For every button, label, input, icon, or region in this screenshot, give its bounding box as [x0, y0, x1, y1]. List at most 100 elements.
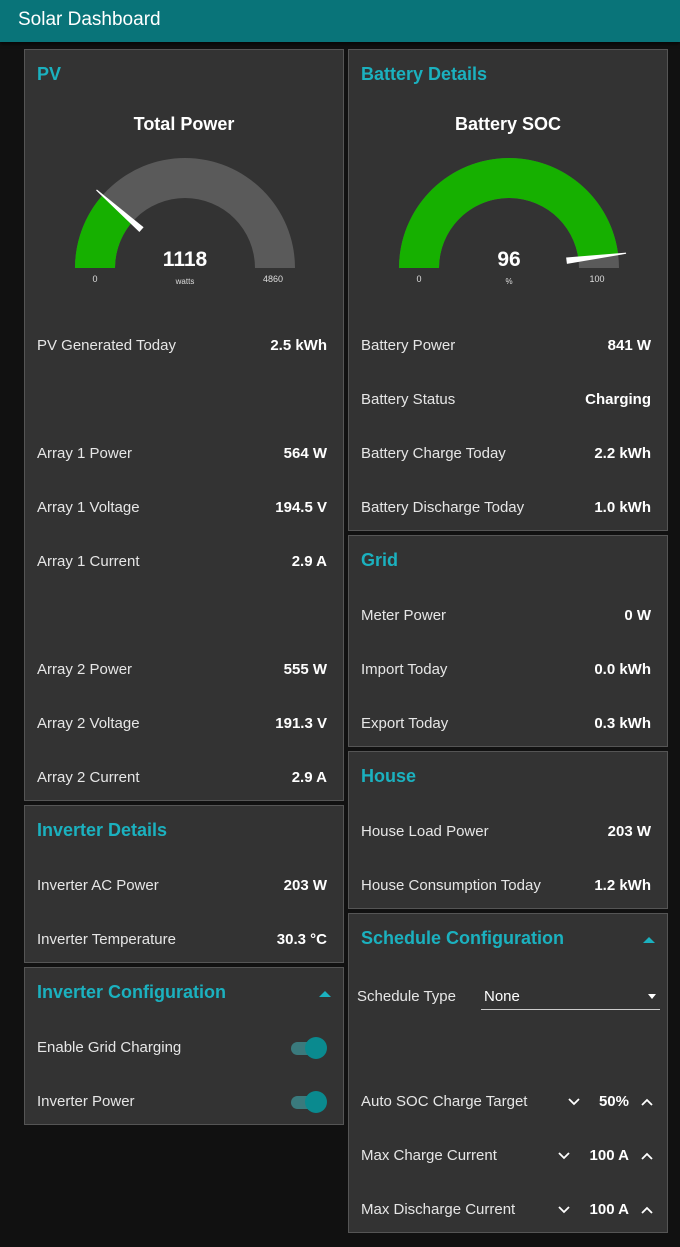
gauge-min: 0: [92, 274, 97, 284]
toggle-knob: [305, 1091, 327, 1113]
top-bar: Solar Dashboard: [0, 0, 680, 42]
chevron-down-icon[interactable]: [565, 1093, 583, 1111]
row-label: Array 2 Voltage: [37, 715, 140, 732]
row-label: House Consumption Today: [361, 877, 541, 894]
chevron-up-icon[interactable]: [638, 1093, 656, 1111]
schedule-title: Schedule Configuration: [361, 928, 565, 948]
row-label: Inverter AC Power: [37, 877, 159, 894]
gauge-max: 100: [589, 274, 604, 284]
gauge-max: 4860: [263, 274, 283, 284]
row-label: Auto SOC Charge Target: [361, 1093, 528, 1110]
row-label: Array 2 Power: [37, 661, 133, 678]
inverter-power-toggle[interactable]: [291, 1091, 327, 1113]
row-label: Array 1 Power: [37, 445, 133, 462]
battery-row: Battery Status Charging: [361, 391, 651, 415]
row-value: 0 W: [624, 607, 651, 624]
gauge-unit: %: [505, 277, 512, 286]
pv-row: PV Generated Today 2.5 kWh: [37, 337, 327, 361]
grid-charging-row: Enable Grid Charging: [37, 1039, 327, 1063]
battery-card: Battery Details Battery SOC 96 % 0 100 B…: [348, 49, 668, 531]
battery-soc-gauge-title: Battery SOC: [454, 114, 562, 134]
schedule-type-select[interactable]: None: [481, 986, 660, 1010]
row-value: 2.9 A: [291, 769, 327, 786]
row-value: 203 W: [283, 877, 327, 894]
pv-card: PV Total Power 1118 watts 0 4860 PV Gene…: [24, 49, 344, 801]
toggle-knob: [305, 1037, 327, 1059]
stepper-value: 100 A: [589, 1201, 629, 1218]
row-label: Inverter Power: [37, 1093, 135, 1110]
row-value: 191.3 V: [275, 715, 327, 732]
dropdown-arrow-icon: [648, 994, 656, 999]
pv-row: Array 1 Voltage 194.5 V: [37, 499, 327, 523]
battery-soc-gauge: 96 % 0 100: [399, 158, 627, 286]
total-power-gauge: 1118 watts 0 4860: [75, 158, 295, 286]
row-label: Array 2 Current: [37, 769, 140, 786]
grid-title: Grid: [361, 550, 399, 570]
gauge-unit: watts: [175, 277, 195, 286]
row-value: 0.0 kWh: [594, 661, 651, 678]
grid-row: Meter Power 0 W: [361, 607, 651, 631]
inverter-title: Inverter Details: [37, 820, 168, 840]
chevron-up-icon[interactable]: [638, 1201, 656, 1219]
row-label: House Load Power: [361, 823, 489, 840]
stepper-value: 100 A: [589, 1147, 629, 1164]
inverter-power-row: Inverter Power: [37, 1093, 327, 1117]
pv-row: Array 1 Power 564 W: [37, 445, 327, 469]
row-value: 555 W: [283, 661, 327, 678]
pv-row: Array 2 Current 2.9 A: [37, 769, 327, 793]
pv-row: Array 2 Voltage 191.3 V: [37, 715, 327, 739]
row-value: 841 W: [607, 337, 651, 354]
collapse-up-icon[interactable]: [319, 991, 331, 997]
row-value: 194.5 V: [275, 499, 327, 516]
chevron-down-icon[interactable]: [555, 1201, 573, 1219]
chevron-up-icon[interactable]: [638, 1147, 656, 1165]
inverter-row: Inverter AC Power 203 W: [37, 877, 327, 901]
row-value: 2.2 kWh: [594, 445, 651, 462]
house-card: House House Load Power 203 W House Consu…: [348, 751, 668, 909]
grid-row: Import Today 0.0 kWh: [361, 661, 651, 685]
row-value: 1.0 kWh: [594, 499, 651, 516]
row-value: 203 W: [607, 823, 651, 840]
schedule-type-value: None: [484, 988, 520, 1005]
row-label: Battery Power: [361, 337, 456, 354]
row-label: Meter Power: [361, 607, 447, 624]
house-title: House: [361, 766, 417, 786]
inverter-row: Inverter Temperature 30.3 °C: [37, 931, 327, 955]
app-title: Solar Dashboard: [18, 9, 161, 30]
stepper-value: 50%: [598, 1093, 629, 1110]
house-row: House Consumption Today 1.2 kWh: [361, 877, 651, 901]
row-label: Max Discharge Current: [361, 1201, 516, 1218]
row-label: Array 1 Current: [37, 553, 140, 570]
inverter-config-card: Inverter Configuration Enable Grid Charg…: [24, 967, 344, 1125]
row-label: Battery Charge Today: [361, 445, 506, 462]
pv-row: Array 1 Current 2.9 A: [37, 553, 327, 577]
row-label: Import Today: [361, 661, 448, 678]
grid-charging-toggle[interactable]: [291, 1037, 327, 1059]
row-label: PV Generated Today: [37, 337, 176, 354]
row-label: Enable Grid Charging: [37, 1039, 182, 1056]
row-value: 564 W: [283, 445, 327, 462]
row-label: Inverter Temperature: [37, 931, 176, 948]
row-label: Battery Status: [361, 391, 456, 408]
row-value: Charging: [585, 391, 651, 408]
grid-card: Grid Meter Power 0 W Import Today 0.0 kW…: [348, 535, 668, 747]
row-value: 2.9 A: [291, 553, 327, 570]
inverter-config-title: Inverter Configuration: [37, 982, 227, 1002]
battery-row: Battery Power 841 W: [361, 337, 651, 361]
gauge-value: 96: [497, 248, 520, 271]
house-row: House Load Power 203 W: [361, 823, 651, 847]
row-value: 2.5 kWh: [270, 337, 327, 354]
gauge-min: 0: [416, 274, 421, 284]
total-power-gauge-title: Total Power: [133, 114, 235, 134]
row-value: 1.2 kWh: [594, 877, 651, 894]
row-label: Export Today: [361, 715, 449, 732]
battery-title: Battery Details: [361, 64, 488, 84]
row-label: Array 1 Voltage: [37, 499, 140, 516]
gauge-value: 1118: [163, 248, 208, 271]
chevron-down-icon[interactable]: [555, 1147, 573, 1165]
row-value: 0.3 kWh: [594, 715, 651, 732]
grid-row: Export Today 0.3 kWh: [361, 715, 651, 739]
pv-row: Array 2 Power 555 W: [37, 661, 327, 685]
collapse-up-icon[interactable]: [643, 937, 655, 943]
inverter-card: Inverter Details Inverter AC Power 203 W…: [24, 805, 344, 963]
